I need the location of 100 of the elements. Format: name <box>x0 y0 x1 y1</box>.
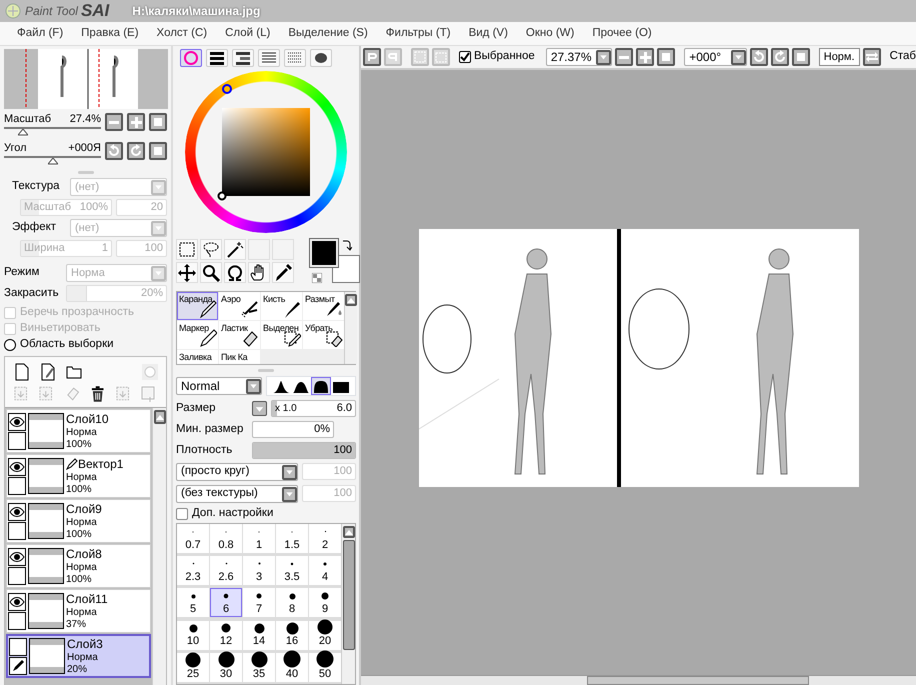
menu-item[interactable]: Вид (V) <box>460 26 517 40</box>
square-icon-button[interactable] <box>149 142 167 160</box>
brush-size[interactable]: 1.5 <box>276 524 308 553</box>
swap-arrow-icon[interactable] <box>342 239 352 251</box>
rotate-reset-button[interactable] <box>792 48 810 66</box>
slider-track[interactable] <box>4 127 101 136</box>
size-field[interactable]: x 1.0 6.0 <box>271 400 356 417</box>
move-arrows-tool[interactable] <box>176 262 198 283</box>
brush-size[interactable]: 7 <box>243 588 275 618</box>
brush-size[interactable]: 2 <box>309 524 341 553</box>
menu-item[interactable]: Выделение (S) <box>279 26 377 40</box>
dropdown-button[interactable] <box>282 486 297 502</box>
angle-select[interactable]: +000° <box>684 48 747 66</box>
brush-tool[interactable]: Размыт <box>303 292 344 320</box>
brush-tool[interactable]: Убрать <box>303 321 344 349</box>
dropdown-button[interactable] <box>246 378 261 394</box>
magic-wand-tool[interactable] <box>224 239 246 260</box>
brush-size[interactable]: 9 <box>309 588 341 618</box>
blob-tab[interactable] <box>310 49 332 67</box>
normal-view-button[interactable]: Норм. <box>818 48 860 66</box>
brush-size[interactable]: 50 <box>309 652 341 682</box>
scroll-thumb[interactable] <box>342 540 354 650</box>
brush-size[interactable]: 8 <box>276 588 308 618</box>
brush-size[interactable]: 30 <box>210 652 242 682</box>
visibility-toggle[interactable] <box>8 458 26 476</box>
menu-item[interactable]: Правка (E) <box>72 26 148 40</box>
new-page-icon[interactable] <box>13 363 31 382</box>
brush-size[interactable]: 3 <box>243 556 275 586</box>
menu-item[interactable]: Файл (F) <box>8 26 72 40</box>
color-marker[interactable] <box>217 191 227 201</box>
dome-shape-button[interactable] <box>311 377 331 395</box>
slider-thumb[interactable] <box>48 158 58 166</box>
layer-item[interactable]: Слой3 Норма 20% <box>6 634 151 678</box>
zoom-select[interactable]: 27.37% <box>546 48 612 66</box>
visibility-toggle[interactable] <box>8 548 26 566</box>
flip-button[interactable] <box>862 48 881 66</box>
brush-size[interactable]: 2.3 <box>177 556 209 586</box>
brush-size[interactable]: 40 <box>276 652 308 682</box>
menu-item[interactable]: Прочее (O) <box>583 26 661 40</box>
dropdown-button[interactable] <box>596 50 612 64</box>
color-wheel-tab[interactable] <box>180 49 202 67</box>
undo-button[interactable] <box>363 48 381 66</box>
brush-size[interactable]: 6 <box>210 588 242 618</box>
rotate-left-button[interactable] <box>750 48 768 66</box>
visibility-toggle[interactable] <box>8 592 26 611</box>
slider-track[interactable] <box>4 156 101 166</box>
brush-tool[interactable]: Кисть <box>261 292 302 320</box>
rotate-right-button[interactable] <box>770 48 789 66</box>
square-icon-button[interactable] <box>149 113 167 131</box>
dashed-rectangle-tool[interactable] <box>176 239 198 260</box>
gradient-bars-tab[interactable] <box>232 49 254 67</box>
brush-tool[interactable]: Аэро <box>219 292 260 320</box>
brush-size[interactable]: 20 <box>309 620 341 650</box>
menu-item[interactable]: Холст (C) <box>148 26 216 40</box>
drawing-target-toggle[interactable] <box>9 656 27 675</box>
eyedropper-tool[interactable] <box>272 262 294 283</box>
brush-size[interactable]: 16 <box>276 620 308 650</box>
omega-tool[interactable] <box>224 262 246 283</box>
plus-icon-button[interactable] <box>127 113 145 131</box>
brush-tool[interactable]: Маркер <box>177 321 218 349</box>
min-size-field[interactable]: 0% <box>252 421 334 438</box>
layer-item[interactable]: Слой11 Норма 37% <box>6 589 151 634</box>
brush-size[interactable]: 14 <box>243 620 275 650</box>
rotate-left-icon-button[interactable] <box>105 142 123 160</box>
brush-size[interactable]: 25 <box>177 652 209 682</box>
checkbox[interactable] <box>176 508 188 520</box>
striped-bars-tab[interactable] <box>206 49 228 67</box>
zoom-in-button[interactable] <box>636 48 654 66</box>
drawing-target-toggle[interactable] <box>8 476 26 495</box>
menu-item[interactable]: Фильтры (T) <box>376 26 460 40</box>
page-pen-icon[interactable] <box>39 363 57 382</box>
blend-mode-select[interactable]: Normal <box>176 377 262 395</box>
slider-thumb[interactable] <box>18 129 28 138</box>
brush-size[interactable]: 0.7 <box>177 524 209 553</box>
scroll-up-button[interactable] <box>154 410 166 424</box>
radio-button[interactable] <box>4 339 16 352</box>
scroll-up-button[interactable] <box>345 294 357 306</box>
scroll-thumb[interactable] <box>587 676 809 685</box>
brush-size[interactable]: 0.8 <box>210 524 242 553</box>
brush-size[interactable]: 2.6 <box>210 556 242 586</box>
drawing-target-toggle[interactable] <box>8 432 26 450</box>
minus-icon-button[interactable] <box>105 113 123 131</box>
layer-item[interactable]: Слой10 Норма 100% <box>6 409 151 454</box>
lines-tab[interactable] <box>258 49 280 67</box>
texture-type-select[interactable]: (без текстуры) <box>176 485 298 503</box>
menu-item[interactable]: Слой (L) <box>216 26 280 40</box>
density-field[interactable]: 100 <box>252 442 356 459</box>
brush-tool[interactable]: Каранда <box>177 292 218 320</box>
layer-item[interactable]: Слой8 Норма 100% <box>6 544 151 588</box>
brush-size[interactable]: 1 <box>243 524 275 553</box>
horizontal-scrollbar[interactable] <box>361 675 916 685</box>
saturation-square[interactable] <box>222 108 310 196</box>
dropdown-button[interactable] <box>252 401 267 416</box>
brush-tool[interactable]: Заливка <box>177 350 218 364</box>
brush-tool[interactable]: Пик Ка <box>219 350 260 364</box>
brush-tool[interactable]: Выделен <box>261 321 302 349</box>
checkerboard-icon[interactable] <box>312 273 322 283</box>
hand-tool[interactable] <box>248 262 270 283</box>
magnifier-tool[interactable] <box>200 262 222 283</box>
visibility-toggle[interactable] <box>9 638 27 656</box>
